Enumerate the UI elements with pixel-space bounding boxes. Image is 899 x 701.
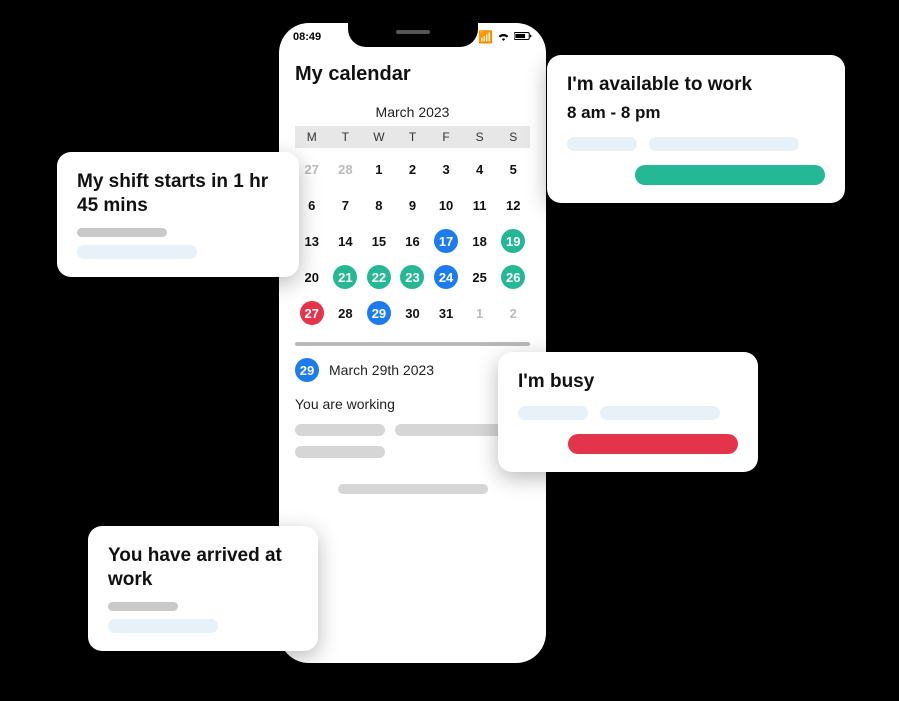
calendar-dow-cell: T (329, 130, 363, 144)
placeholder-bar (518, 406, 588, 420)
battery-icon (514, 31, 532, 43)
calendar-day[interactable]: 28 (329, 154, 363, 184)
calendar-day[interactable]: 13 (295, 226, 329, 256)
calendar-day-chip: 26 (501, 265, 525, 289)
calendar-day[interactable]: 1 (362, 154, 396, 184)
card-shift-start[interactable]: My shift starts in 1 hr 45 mins (57, 152, 299, 277)
calendar-day-chip: 24 (434, 265, 458, 289)
calendar-day[interactable]: 10 (429, 190, 463, 220)
calendar-day[interactable]: 12 (496, 190, 530, 220)
calendar-dow-cell: S (496, 130, 530, 144)
calendar-day[interactable]: 28 (329, 298, 363, 328)
calendar-day-chip: 29 (367, 301, 391, 325)
calendar-dow-cell: M (295, 130, 329, 144)
wifi-icon (497, 31, 510, 43)
speaker-slot (396, 30, 430, 34)
calendar-day[interactable]: 31 (429, 298, 463, 328)
divider (295, 342, 530, 346)
placeholder-bar (108, 602, 178, 611)
calendar-day[interactable]: 22 (362, 262, 396, 292)
calendar-day[interactable]: 5 (496, 154, 530, 184)
calendar-grid: 2728123456789101112131415161718192021222… (295, 148, 530, 336)
calendar-day[interactable]: 15 (362, 226, 396, 256)
calendar-day[interactable]: 27 (295, 298, 329, 328)
calendar-day[interactable]: 24 (429, 262, 463, 292)
card-title: I'm busy (518, 370, 738, 394)
calendar-day[interactable]: 11 (463, 190, 497, 220)
calendar-day[interactable]: 14 (329, 226, 363, 256)
status-time: 08:49 (293, 31, 321, 43)
calendar-day-chip: 23 (400, 265, 424, 289)
calendar-dow-cell: W (362, 130, 396, 144)
calendar-dow-cell: S (463, 130, 497, 144)
calendar-day-chip: 21 (333, 265, 357, 289)
calendar-day[interactable]: 17 (429, 226, 463, 256)
calendar-day[interactable]: 1 (463, 298, 497, 328)
card-title: My shift starts in 1 hr 45 mins (77, 170, 279, 218)
calendar-day[interactable]: 21 (329, 262, 363, 292)
placeholder-bar (338, 484, 488, 494)
calendar-day[interactable]: 25 (463, 262, 497, 292)
calendar-day[interactable]: 7 (329, 190, 363, 220)
card-busy[interactable]: I'm busy (498, 352, 758, 472)
selected-date-row: 29 March 29th 2023 (295, 358, 530, 382)
card-subtitle: 8 am - 8 pm (567, 103, 825, 123)
placeholder-bar (77, 228, 167, 237)
calendar-day[interactable]: 23 (396, 262, 430, 292)
status-icons: 📶 (478, 31, 532, 43)
placeholder-bar (567, 137, 637, 151)
calendar-day[interactable]: 20 (295, 262, 329, 292)
calendar-dow-row: MTWTFSS (295, 126, 530, 148)
card-title: You have arrived at work (108, 544, 298, 592)
calendar-day[interactable]: 19 (496, 226, 530, 256)
placeholder-bar (77, 245, 197, 259)
calendar-day[interactable]: 9 (396, 190, 430, 220)
phone-notch (348, 23, 478, 47)
calendar-day-chip: 17 (434, 229, 458, 253)
calendar-day[interactable]: 4 (463, 154, 497, 184)
card-available[interactable]: I'm available to work 8 am - 8 pm (547, 55, 845, 203)
selected-day-chip: 29 (295, 358, 319, 382)
placeholder-bar (295, 446, 385, 458)
calendar-day[interactable]: 2 (496, 298, 530, 328)
placeholder-bar (600, 406, 720, 420)
card-arrived[interactable]: You have arrived at work (88, 526, 318, 651)
card-title: I'm available to work (567, 73, 825, 97)
calendar-dow-cell: T (396, 130, 430, 144)
page-title: My calendar (295, 63, 530, 86)
calendar-day-chip: 22 (367, 265, 391, 289)
calendar-day[interactable]: 18 (463, 226, 497, 256)
phone-frame: 08:49 📶 My calendar March 2023 MTWTFSS 2… (279, 23, 546, 663)
selected-date-label: March 29th 2023 (329, 362, 434, 378)
calendar-day[interactable]: 3 (429, 154, 463, 184)
calendar-month-label: March 2023 (295, 104, 530, 120)
calendar-day[interactable]: 29 (362, 298, 396, 328)
calendar-day[interactable]: 2 (396, 154, 430, 184)
calendar-day-chip: 19 (501, 229, 525, 253)
placeholder-bar (108, 619, 218, 633)
calendar-day[interactable]: 30 (396, 298, 430, 328)
calendar-day-chip: 27 (300, 301, 324, 325)
calendar-day[interactable]: 6 (295, 190, 329, 220)
busy-confirm-button[interactable] (568, 434, 738, 454)
signal-icon: 📶 (478, 31, 493, 43)
placeholder-bar (649, 137, 799, 151)
available-confirm-button[interactable] (635, 165, 825, 185)
calendar-day[interactable]: 26 (496, 262, 530, 292)
calendar-day[interactable]: 16 (396, 226, 430, 256)
calendar-day[interactable]: 27 (295, 154, 329, 184)
placeholder-bar (295, 424, 385, 436)
working-label: You are working (295, 396, 530, 412)
calendar-day[interactable]: 8 (362, 190, 396, 220)
calendar-dow-cell: F (429, 130, 463, 144)
placeholder-row (295, 424, 530, 436)
